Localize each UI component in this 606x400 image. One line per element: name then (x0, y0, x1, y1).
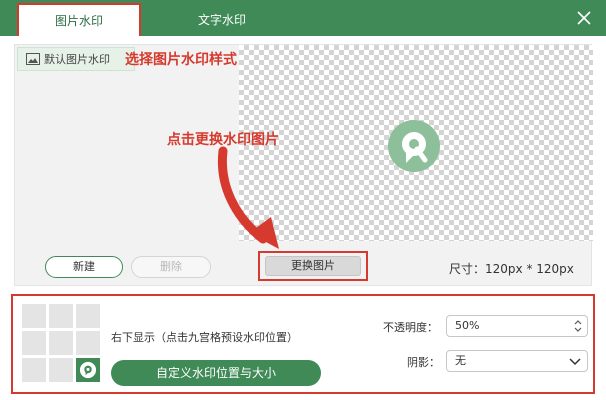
grid-cell-center[interactable] (49, 331, 73, 355)
position-description: 右下显示（点击九宫格预设水印位置） (111, 331, 298, 344)
close-button[interactable] (574, 8, 594, 28)
grid-cell-top-center[interactable] (49, 304, 73, 328)
watermark-preview-panel: 默认图片水印 选择图片水印样式 点击更换水印图片 新建 删除 更换图片 尺寸：1… (14, 44, 593, 286)
delete-button[interactable]: 删除 (131, 256, 211, 278)
grid-cell-bottom-left[interactable] (22, 358, 46, 382)
position-grid (22, 304, 100, 382)
shadow-label: 阴影： (407, 356, 440, 369)
custom-position-size-button[interactable]: 自定义水印位置与大小 (111, 360, 321, 386)
annotation-select-style: 选择图片水印样式 (125, 52, 237, 68)
transparent-preview-area (239, 45, 593, 241)
default-label-text: 默认图片水印 (44, 53, 110, 66)
default-image-watermark-item[interactable]: 默认图片水印 (17, 47, 135, 71)
tab-text-watermark[interactable]: 文字水印 (170, 4, 274, 36)
grid-cell-bottom-right[interactable] (76, 358, 100, 382)
grid-cell-middle-left[interactable] (22, 331, 46, 355)
new-button[interactable]: 新建 (45, 256, 123, 278)
grid-cell-bottom-center[interactable] (49, 358, 73, 382)
position-settings-panel: 右下显示（点击九宫格预设水印位置） 自定义水印位置与大小 不透明度： 50% 阴… (11, 294, 595, 394)
shadow-select[interactable]: 无 (446, 350, 588, 372)
image-size-text: 尺寸：120px * 120px (449, 262, 574, 276)
opacity-input[interactable]: 50% (446, 315, 588, 337)
chevron-down-icon (569, 358, 581, 366)
grid-cell-top-right[interactable] (76, 304, 100, 328)
picture-icon (26, 53, 40, 65)
grid-cell-top-left[interactable] (22, 304, 46, 328)
change-image-highlight: 更换图片 (258, 251, 368, 281)
header-bar: 图片水印 文字水印 (0, 0, 606, 36)
opacity-label: 不透明度： (383, 321, 438, 334)
shadow-value: 无 (455, 354, 466, 367)
watermark-logo-icon (79, 361, 97, 379)
tab-image-watermark[interactable]: 图片水印 (17, 3, 141, 36)
change-image-button[interactable]: 更换图片 (265, 256, 361, 276)
red-arrow-icon (217, 146, 279, 249)
opacity-value: 50% (455, 319, 480, 332)
spinner-icon[interactable] (573, 318, 583, 334)
close-icon (577, 11, 591, 25)
grid-cell-middle-right[interactable] (76, 331, 100, 355)
watermark-logo-icon (388, 120, 440, 172)
